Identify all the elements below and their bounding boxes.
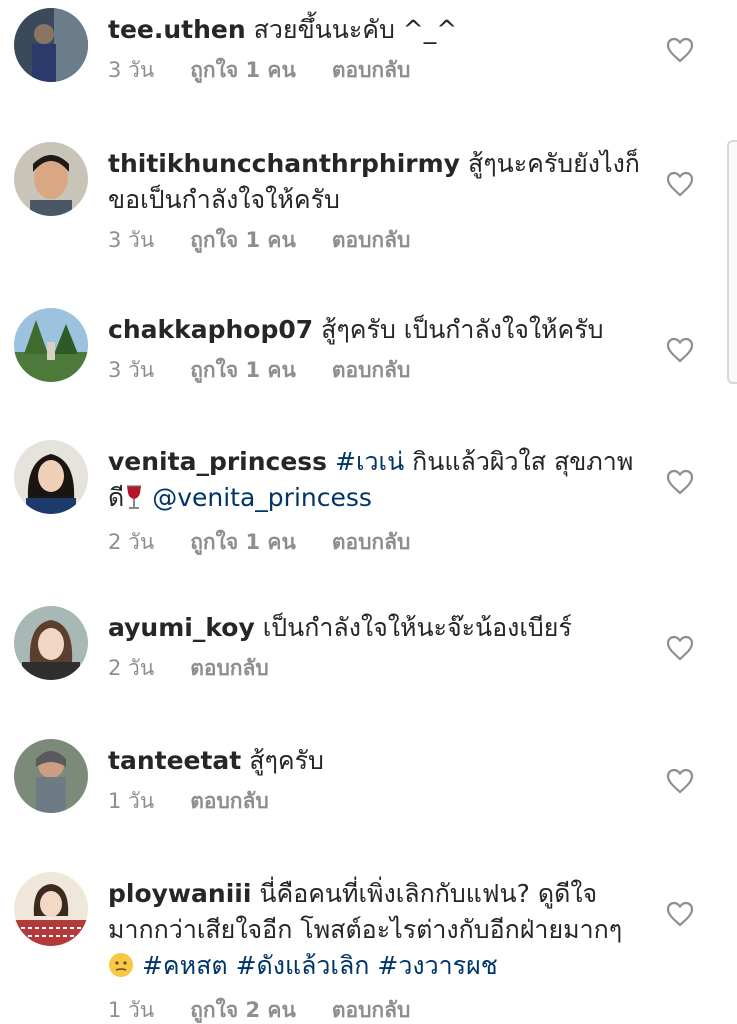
username-link[interactable]: tee.uthen [108,15,246,44]
avatar[interactable] [14,142,88,216]
comment-text: ploywaniii นี่คือคนที่เพิ่งเลิกกับแฟน? ด… [108,876,648,988]
comment-body: tanteetat สู้ๆครับ 1 วัน ตอบกลับ [108,743,648,815]
comment-body: tee.uthen สวยขึ้นนะคับ ^_^ 3 วัน ถูกใจ 1 … [108,12,648,84]
heart-icon[interactable] [666,635,694,661]
heart-icon[interactable] [666,469,694,495]
username-link[interactable]: tanteetat [108,746,241,775]
reply-button[interactable]: ตอบกลับ [190,787,269,815]
comment-time: 1 วัน [108,789,155,813]
comment-content: สู้ๆครับ เป็นกำลังใจให้ครับ [321,315,604,344]
avatar[interactable] [14,606,88,680]
comment-meta: 2 วัน ตอบกลับ [108,654,648,682]
comment-time: 3 วัน [108,228,155,252]
hashtag-link[interactable]: #เวเน่ [335,447,404,476]
comment-body: thitikhuncchanthrphirmy สู้ๆนะครับยังไงก… [108,146,648,254]
likes-count[interactable]: ถูกใจ 1 คน [190,56,296,84]
heart-icon[interactable] [666,901,694,927]
comment-content: เป็นกำลังใจให้นะจ๊ะน้องเบียร์ [262,613,572,642]
comment-body: ploywaniii นี่คือคนที่เพิ่งเลิกกับแฟน? ด… [108,876,648,1024]
reply-button[interactable]: ตอบกลับ [332,226,411,254]
comment-meta: 2 วัน ถูกใจ 1 คน ตอบกลับ [108,528,648,556]
likes-count[interactable]: ถูกใจ 1 คน [190,528,296,556]
username-link[interactable]: ploywaniii [108,879,251,908]
comment-time: 2 วัน [108,656,155,680]
comment-text: thitikhuncchanthrphirmy สู้ๆนะครับยังไงก… [108,146,648,218]
comment-meta: 3 วัน ถูกใจ 1 คน ตอบกลับ [108,56,648,84]
avatar[interactable] [14,308,88,382]
comment-text: ayumi_koy เป็นกำลังใจให้นะจ๊ะน้องเบียร์ [108,610,648,646]
confused-face-icon [108,952,134,988]
comment-body: ayumi_koy เป็นกำลังใจให้นะจ๊ะน้องเบียร์ … [108,610,648,682]
avatar[interactable] [14,440,88,514]
likes-count[interactable]: ถูกใจ 1 คน [190,356,296,384]
avatar[interactable] [14,872,88,946]
reply-button[interactable]: ตอบกลับ [190,654,269,682]
heart-icon[interactable] [666,171,694,197]
comment-text: tee.uthen สวยขึ้นนะคับ ^_^ [108,12,648,48]
heart-icon[interactable] [666,37,694,63]
username-link[interactable]: chakkaphop07 [108,315,313,344]
heart-icon[interactable] [666,337,694,363]
wine-glass-icon [124,484,144,520]
comment-body: venita_princess #เวเน่ กินแล้วผิวใส สุขภ… [108,444,648,556]
comment-text: venita_princess #เวเน่ กินแล้วผิวใส สุขภ… [108,444,648,520]
hashtag-link[interactable]: #คหสต [142,951,228,980]
avatar[interactable] [14,739,88,813]
username-link[interactable]: venita_princess [108,447,327,476]
comment-body: chakkaphop07 สู้ๆครับ เป็นกำลังใจให้ครับ… [108,312,648,384]
heart-icon[interactable] [666,768,694,794]
comment-meta: 1 วัน ตอบกลับ [108,787,648,815]
username-link[interactable]: ayumi_koy [108,613,255,642]
mention-link[interactable]: @venita_princess [152,483,372,512]
username-link[interactable]: thitikhuncchanthrphirmy [108,149,460,178]
reply-button[interactable]: ตอบกลับ [332,56,411,84]
comment-meta: 1 วัน ถูกใจ 2 คน ตอบกลับ [108,996,648,1024]
comment-meta: 3 วัน ถูกใจ 1 คน ตอบกลับ [108,356,648,384]
comment-content: สวยขึ้นนะคับ ^_^ [253,15,458,44]
comment-time: 2 วัน [108,530,155,554]
comment-text: chakkaphop07 สู้ๆครับ เป็นกำลังใจให้ครับ [108,312,648,348]
scrollbar[interactable] [727,140,737,384]
comment-text: tanteetat สู้ๆครับ [108,743,648,779]
comment-time: 3 วัน [108,358,155,382]
avatar[interactable] [14,8,88,82]
hashtag-link[interactable]: #ดังแล้วเลิก [236,951,370,980]
reply-button[interactable]: ตอบกลับ [332,356,411,384]
likes-count[interactable]: ถูกใจ 2 คน [190,996,296,1024]
likes-count[interactable]: ถูกใจ 1 คน [190,226,296,254]
comment-meta: 3 วัน ถูกใจ 1 คน ตอบกลับ [108,226,648,254]
hashtag-link[interactable]: #วงวารผช [377,951,497,980]
reply-button[interactable]: ตอบกลับ [332,996,411,1024]
reply-button[interactable]: ตอบกลับ [332,528,411,556]
comment-content: สู้ๆครับ [249,746,324,775]
comment-time: 1 วัน [108,998,155,1022]
comment-time: 3 วัน [108,58,155,82]
